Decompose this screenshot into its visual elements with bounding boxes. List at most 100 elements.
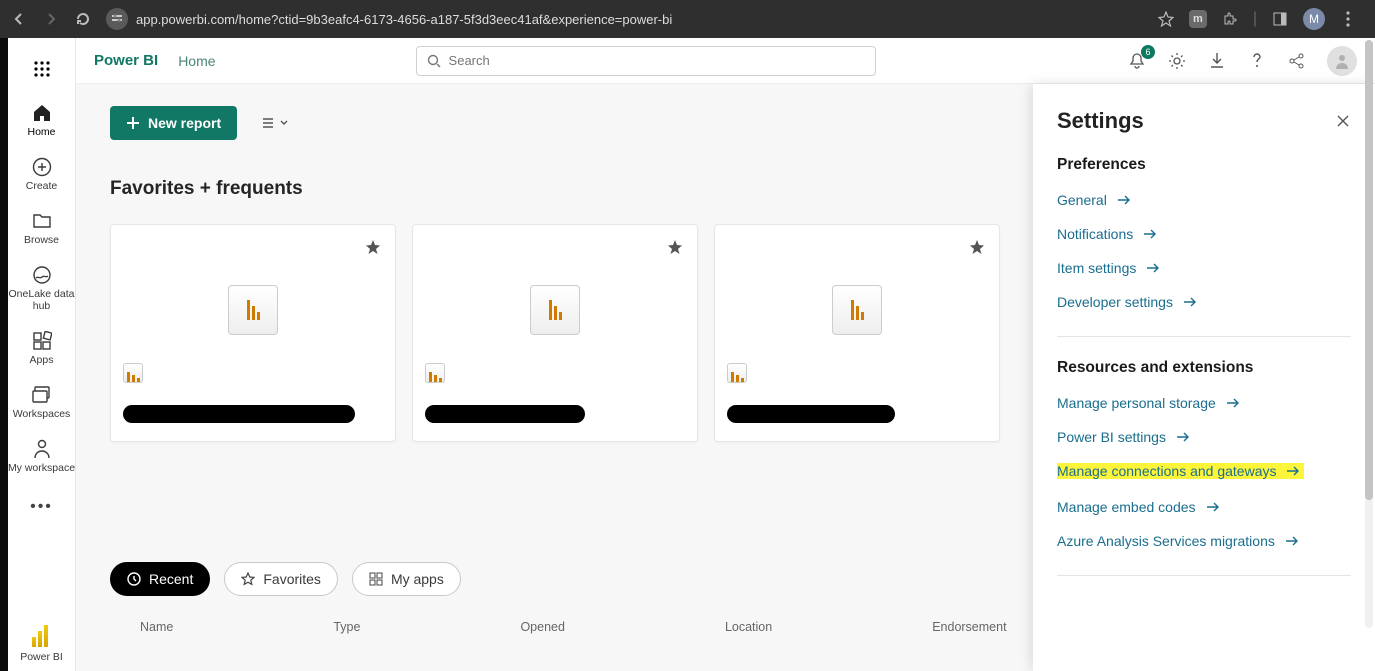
report-card[interactable] bbox=[110, 224, 396, 442]
forward-button[interactable] bbox=[42, 10, 60, 28]
arrow-right-icon bbox=[1183, 296, 1197, 308]
report-thumbnail bbox=[832, 285, 882, 335]
nav-more[interactable]: ••• bbox=[30, 482, 53, 532]
arrow-right-icon bbox=[1286, 465, 1300, 477]
nav-create[interactable]: Create bbox=[8, 146, 76, 200]
reload-button[interactable] bbox=[74, 10, 92, 28]
column-header[interactable]: Location bbox=[725, 620, 772, 634]
nav-my-workspace[interactable]: My workspace bbox=[8, 428, 76, 482]
site-settings-icon[interactable] bbox=[106, 8, 128, 30]
chart-icon bbox=[730, 364, 745, 382]
view-toggle[interactable] bbox=[261, 116, 289, 130]
arrow-right-icon bbox=[1146, 262, 1160, 274]
browser-menu-icon[interactable] bbox=[1339, 10, 1357, 28]
pill-label: Recent bbox=[149, 571, 193, 587]
topbar: Power BI Home 6 bbox=[76, 38, 1375, 84]
back-button[interactable] bbox=[10, 10, 28, 28]
list-icon bbox=[261, 116, 275, 130]
pill-recent[interactable]: Recent bbox=[110, 562, 210, 596]
notifications-button[interactable]: 6 bbox=[1127, 51, 1147, 71]
chart-icon bbox=[246, 300, 261, 320]
brand-link[interactable]: Power BI bbox=[94, 52, 158, 69]
browser-profile-avatar[interactable]: M bbox=[1303, 8, 1325, 30]
report-type-icon bbox=[425, 363, 445, 383]
search-input[interactable] bbox=[449, 53, 865, 68]
nav-browse[interactable]: Browse bbox=[8, 200, 76, 254]
report-title-redacted bbox=[123, 405, 355, 423]
chart-icon bbox=[850, 300, 865, 320]
settings-link[interactable]: Developer settings bbox=[1057, 294, 1351, 310]
scrollbar[interactable] bbox=[1365, 40, 1373, 628]
nav-home[interactable]: Home bbox=[8, 92, 76, 146]
favorite-toggle[interactable] bbox=[365, 239, 381, 255]
bookmark-icon[interactable] bbox=[1157, 10, 1175, 28]
favorite-toggle[interactable] bbox=[667, 239, 683, 255]
report-thumbnail bbox=[530, 285, 580, 335]
column-header[interactable]: Opened bbox=[520, 620, 564, 634]
settings-link[interactable]: Power BI settings bbox=[1057, 429, 1351, 445]
column-header[interactable]: Endorsement bbox=[932, 620, 1006, 634]
waffle-menu[interactable] bbox=[8, 50, 76, 92]
settings-button[interactable] bbox=[1167, 51, 1187, 71]
nav-powerbi[interactable]: Power BI bbox=[8, 615, 76, 671]
extension-m-icon[interactable]: m bbox=[1189, 10, 1207, 28]
nav-workspaces[interactable]: Workspaces bbox=[8, 374, 76, 428]
pill-myapps[interactable]: My apps bbox=[352, 562, 461, 596]
star-icon bbox=[667, 239, 683, 255]
search-icon bbox=[427, 54, 441, 68]
arrow-right-icon bbox=[1285, 535, 1299, 547]
feedback-button[interactable] bbox=[1287, 51, 1307, 71]
resources-heading: Resources and extensions bbox=[1057, 359, 1351, 377]
arrow-right-icon bbox=[1117, 194, 1131, 206]
column-header[interactable]: Name bbox=[140, 620, 173, 634]
link-label: Manage embed codes bbox=[1057, 499, 1196, 515]
search-box[interactable] bbox=[416, 46, 876, 76]
download-button[interactable] bbox=[1207, 51, 1227, 71]
settings-link[interactable]: General bbox=[1057, 192, 1351, 208]
link-label: Item settings bbox=[1057, 260, 1136, 276]
divider bbox=[1057, 336, 1351, 337]
avatar-icon bbox=[1333, 52, 1351, 70]
link-label: Azure Analysis Services migrations bbox=[1057, 533, 1275, 549]
report-type-icon bbox=[123, 363, 143, 383]
settings-link[interactable]: Manage personal storage bbox=[1057, 395, 1351, 411]
settings-link[interactable]: Azure Analysis Services migrations bbox=[1057, 533, 1351, 549]
waffle-icon bbox=[33, 60, 51, 78]
nav-label: Browse bbox=[24, 234, 59, 246]
nav-label: Power BI bbox=[20, 651, 63, 663]
close-settings-button[interactable] bbox=[1335, 113, 1351, 129]
report-title-redacted bbox=[425, 405, 585, 423]
column-header[interactable]: Type bbox=[333, 620, 360, 634]
sidepanel-icon[interactable] bbox=[1271, 10, 1289, 28]
report-card[interactable] bbox=[714, 224, 1000, 442]
divider bbox=[1057, 575, 1351, 576]
apps-icon bbox=[369, 572, 383, 586]
new-report-label: New report bbox=[148, 115, 221, 131]
report-card[interactable] bbox=[412, 224, 698, 442]
favorite-toggle[interactable] bbox=[969, 239, 985, 255]
report-title-redacted bbox=[727, 405, 895, 423]
link-label: Manage connections and gateways bbox=[1057, 463, 1276, 479]
nav-apps[interactable]: Apps bbox=[8, 320, 76, 374]
breadcrumb-home[interactable]: Home bbox=[178, 53, 215, 69]
link-label: Power BI settings bbox=[1057, 429, 1166, 445]
person-icon bbox=[33, 438, 51, 460]
help-button[interactable] bbox=[1247, 51, 1267, 71]
new-report-button[interactable]: New report bbox=[110, 106, 237, 140]
extensions-icon[interactable] bbox=[1221, 10, 1239, 28]
nav-label: My workspace bbox=[8, 462, 75, 474]
settings-link[interactable]: Manage embed codes bbox=[1057, 499, 1351, 515]
chevron-down-icon bbox=[279, 118, 289, 128]
link-label: General bbox=[1057, 192, 1107, 208]
pill-favorites[interactable]: Favorites bbox=[224, 562, 338, 596]
gear-icon bbox=[1168, 52, 1186, 70]
nav-onelake[interactable]: OneLake data hub bbox=[8, 254, 76, 320]
settings-panel: Settings Preferences GeneralNotification… bbox=[1033, 84, 1375, 671]
user-avatar[interactable] bbox=[1327, 46, 1357, 76]
settings-link[interactable]: Manage connections and gateways bbox=[1057, 463, 1304, 479]
settings-link[interactable]: Notifications bbox=[1057, 226, 1351, 242]
star-icon bbox=[969, 239, 985, 255]
address-bar[interactable]: app.powerbi.com/home?ctid=9b3eafc4-6173-… bbox=[106, 5, 1143, 33]
settings-link[interactable]: Item settings bbox=[1057, 260, 1351, 276]
scrollbar-thumb[interactable] bbox=[1365, 40, 1373, 500]
